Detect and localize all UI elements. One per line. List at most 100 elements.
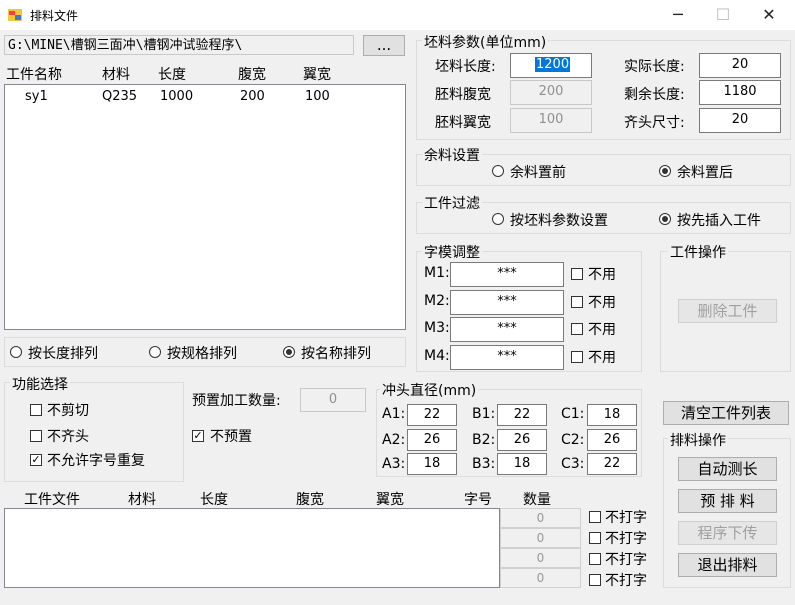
minimize-button[interactable]: ─ xyxy=(655,0,701,30)
col2-header-length[interactable]: 长度 xyxy=(200,489,228,509)
a1-input[interactable]: 22 xyxy=(407,404,457,426)
m1-input[interactable]: *** xyxy=(450,262,564,287)
blank-web-input[interactable]: 200 xyxy=(510,80,592,105)
filter-first-label[interactable]: 按先插入工件 xyxy=(677,210,761,230)
b2-label: B2: xyxy=(472,432,496,448)
remnant-front-label[interactable]: 余料置前 xyxy=(510,162,566,182)
sort-label-length[interactable]: 按长度排列 xyxy=(28,343,98,363)
sort-label-name[interactable]: 按名称排列 xyxy=(301,343,371,363)
no-duplicate-checkbox[interactable]: ✓ xyxy=(30,454,42,466)
blank-flange-input[interactable]: 100 xyxy=(510,108,592,133)
m3-input[interactable]: *** xyxy=(450,317,564,342)
head-size-input[interactable]: 20 xyxy=(699,108,781,133)
c1-input[interactable]: 18 xyxy=(587,404,637,426)
pre-nest-button[interactable]: 预 排 料 xyxy=(678,489,777,513)
browse-button[interactable]: ... xyxy=(363,35,405,56)
b3-input[interactable]: 18 xyxy=(497,453,547,475)
c1-label: C1: xyxy=(561,406,585,422)
col2-header-qty[interactable]: 数量 xyxy=(523,489,551,509)
actual-length-input[interactable]: 20 xyxy=(699,53,781,78)
col2-header-flange[interactable]: 翼宽 xyxy=(376,489,404,509)
remnant-front-radio[interactable] xyxy=(492,165,504,177)
col-header-flange[interactable]: 翼宽 xyxy=(303,64,331,84)
clear-list-button[interactable]: 清空工件列表 xyxy=(663,401,789,425)
nest-list[interactable] xyxy=(4,508,500,588)
table-row[interactable]: sy1 Q235 1000 200 100 xyxy=(5,87,405,107)
no-trim-label[interactable]: 不齐头 xyxy=(47,426,89,446)
delete-workpiece-button[interactable]: 删除工件 xyxy=(678,299,777,323)
b3-label: B3: xyxy=(472,456,496,472)
qty-input-1[interactable]: 0 xyxy=(500,508,581,528)
m1-unused-label[interactable]: 不用 xyxy=(588,264,616,284)
remnant-back-label[interactable]: 余料置后 xyxy=(677,162,733,182)
m4-unused-label[interactable]: 不用 xyxy=(588,347,616,367)
filter-blank-radio[interactable] xyxy=(492,213,504,225)
b2-input[interactable]: 26 xyxy=(497,429,547,451)
no-cut-label[interactable]: 不剪切 xyxy=(47,400,89,420)
c2-input[interactable]: 26 xyxy=(587,429,637,451)
no-print-checkbox-2[interactable] xyxy=(589,532,601,544)
m2-input[interactable]: *** xyxy=(450,290,564,315)
remnant-back-radio[interactable] xyxy=(659,165,671,177)
m4-unused-checkbox[interactable] xyxy=(571,351,583,363)
no-print-label-4[interactable]: 不打字 xyxy=(605,570,647,590)
a3-input[interactable]: 18 xyxy=(407,453,457,475)
col2-header-material[interactable]: 材料 xyxy=(128,489,156,509)
no-preset-checkbox[interactable]: ✓ xyxy=(192,430,204,442)
c3-input[interactable]: 22 xyxy=(587,453,637,475)
m1-unused-checkbox[interactable] xyxy=(571,268,583,280)
no-print-checkbox-1[interactable] xyxy=(589,511,601,523)
blank-length-input[interactable]: 1200 xyxy=(510,53,592,78)
col2-header-number[interactable]: 字号 xyxy=(464,489,492,509)
no-trim-checkbox[interactable] xyxy=(30,430,42,442)
filter-blank-label[interactable]: 按坯料参数设置 xyxy=(510,210,608,230)
window-title: 排料文件 xyxy=(30,9,79,23)
a2-input[interactable]: 26 xyxy=(407,429,457,451)
preset-quantity-input[interactable]: 0 xyxy=(300,388,366,412)
col2-header-file[interactable]: 工件文件 xyxy=(24,489,80,509)
workpiece-ops-title: 工件操作 xyxy=(668,242,728,262)
cell-web: 200 xyxy=(240,89,265,104)
no-print-label-3[interactable]: 不打字 xyxy=(605,549,647,569)
m2-unused-label[interactable]: 不用 xyxy=(588,292,616,312)
sort-radio-length[interactable] xyxy=(10,346,22,358)
col-header-material[interactable]: 材料 xyxy=(102,64,130,84)
sort-radio-name[interactable] xyxy=(283,346,295,358)
col-header-name[interactable]: 工件名称 xyxy=(6,64,62,84)
maximize-button[interactable]: ☐ xyxy=(700,0,746,30)
col2-header-web[interactable]: 腹宽 xyxy=(296,489,324,509)
m4-input[interactable]: *** xyxy=(450,345,564,370)
no-print-checkbox-3[interactable] xyxy=(589,553,601,565)
a1-label: A1: xyxy=(382,406,406,422)
path-field[interactable]: G:\MINE\槽钢三面冲\槽钢冲试验程序\ xyxy=(4,35,354,55)
filter-first-radio[interactable] xyxy=(659,213,671,225)
head-size-label: 齐头尺寸: xyxy=(624,115,685,131)
col-header-length[interactable]: 长度 xyxy=(158,64,186,84)
b1-label: B1: xyxy=(472,406,496,422)
exit-nest-button[interactable]: 退出排料 xyxy=(678,553,777,577)
no-preset-label[interactable]: 不预置 xyxy=(210,426,252,446)
col-header-web[interactable]: 腹宽 xyxy=(238,64,266,84)
m2-unused-checkbox[interactable] xyxy=(571,296,583,308)
m3-unused-label[interactable]: 不用 xyxy=(588,319,616,339)
no-duplicate-label[interactable]: 不允许字号重复 xyxy=(47,450,145,470)
no-print-checkbox-4[interactable] xyxy=(589,574,601,586)
download-program-button[interactable]: 程序下传 xyxy=(678,521,777,545)
qty-input-4[interactable]: 0 xyxy=(500,568,581,588)
b1-input[interactable]: 22 xyxy=(497,404,547,426)
preset-label: 预置加工数量: xyxy=(192,393,281,409)
m3-unused-checkbox[interactable] xyxy=(571,323,583,335)
remain-length-input[interactable]: 1180 xyxy=(699,80,781,105)
workpiece-list[interactable]: sy1 Q235 1000 200 100 xyxy=(4,84,406,330)
no-cut-checkbox[interactable] xyxy=(30,404,42,416)
qty-input-2[interactable]: 0 xyxy=(500,528,581,548)
m1-label: M1: xyxy=(424,265,450,281)
close-button[interactable]: ✕ xyxy=(746,0,792,30)
auto-measure-button[interactable]: 自动测长 xyxy=(678,457,777,481)
no-print-label-2[interactable]: 不打字 xyxy=(605,528,647,548)
sort-label-spec[interactable]: 按规格排列 xyxy=(167,343,237,363)
no-print-label-1[interactable]: 不打字 xyxy=(605,507,647,527)
sort-radio-spec[interactable] xyxy=(149,346,161,358)
blank-params-title: 坯料参数(单位mm) xyxy=(422,32,549,52)
qty-input-3[interactable]: 0 xyxy=(500,548,581,568)
